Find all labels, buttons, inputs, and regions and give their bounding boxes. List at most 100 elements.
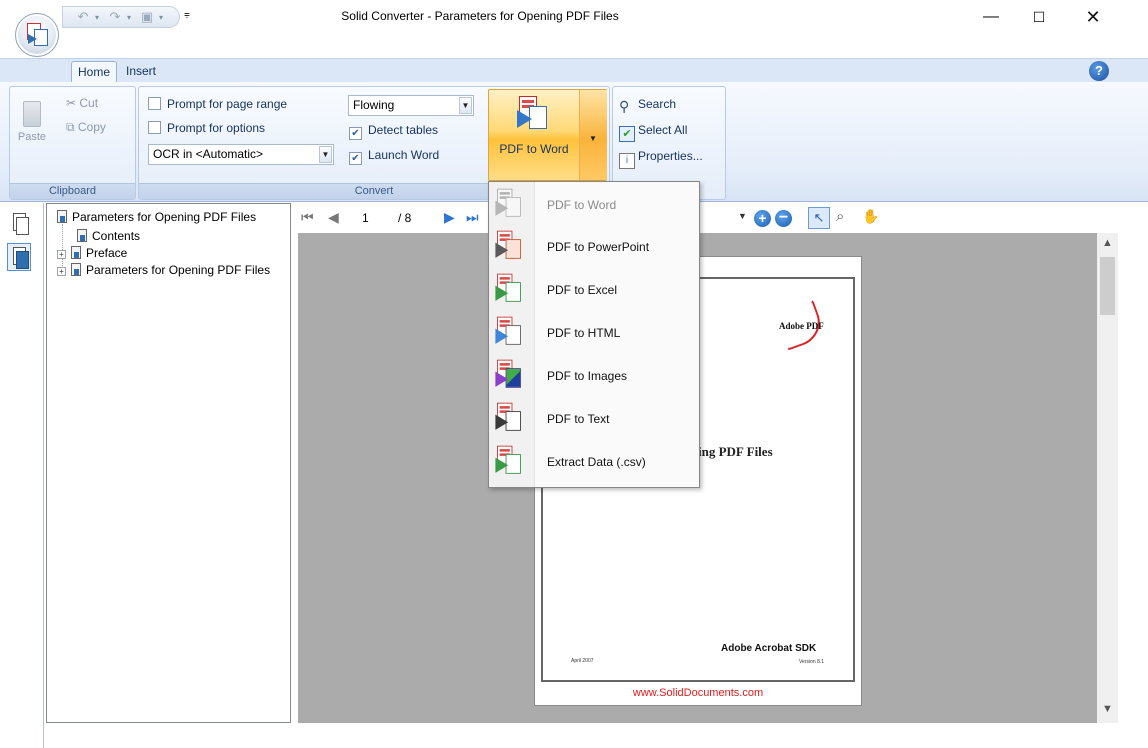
copy-icon: ⧉: [66, 120, 78, 134]
menu-item-extract-data-csv[interactable]: Extract Data (.csv): [489, 442, 699, 482]
first-page-icon[interactable]: ⏮: [301, 209, 314, 226]
adobe-pdf-logo: Adobe PDF: [773, 299, 827, 351]
tree-item-parameters[interactable]: + Parameters for Opening PDF Files: [57, 262, 270, 279]
snapshot-tool-icon[interactable]: ⌕: [836, 208, 844, 225]
pages-panel-button[interactable]: [7, 209, 31, 237]
title-bar: ↶ ▾ ↷ ▾ ▣ ▾ ⩦ Solid Converter - Paramete…: [0, 0, 1148, 60]
properties-icon: i: [619, 153, 635, 169]
bookmark-tree[interactable]: Parameters for Opening PDF Files Content…: [46, 203, 291, 723]
menu-item-pdf-to-powerpoint[interactable]: PDF to PowerPoint: [489, 227, 699, 267]
launch-word-label: Launch Word: [368, 148, 440, 162]
menu-item-label: PDF to Word: [547, 198, 617, 212]
paste-button[interactable]: Paste: [14, 91, 50, 157]
tab-insert[interactable]: Insert: [120, 61, 162, 83]
chevron-down-icon[interactable]: ▼: [459, 97, 472, 114]
expand-icon[interactable]: +: [57, 267, 66, 276]
tree-item-root[interactable]: Parameters for Opening PDF Files: [57, 209, 256, 226]
menu-item-pdf-to-excel[interactable]: PDF to Excel: [489, 270, 699, 310]
menu-item-label: PDF to Excel: [547, 283, 618, 297]
search-label: Search: [638, 97, 677, 111]
tree-item-preface[interactable]: + Preface: [57, 245, 127, 262]
page-icon: [71, 246, 81, 259]
ocr-value: OCR in <Automatic>: [153, 147, 264, 161]
prompt-page-range-box[interactable]: [148, 97, 161, 110]
properties-label: Properties...: [638, 149, 703, 163]
zoom-dropdown-icon[interactable]: ▼: [738, 211, 747, 221]
page-sdk-text: Adobe Acrobat SDK: [721, 643, 817, 654]
pdf-to-excel-icon: [492, 272, 526, 306]
detect-tables-checkbox[interactable]: ✔ Detect tables: [349, 121, 439, 140]
cut-label: Cut: [79, 96, 99, 110]
close-button[interactable]: ✕: [1070, 4, 1116, 30]
last-page-icon[interactable]: ⏭: [466, 209, 479, 226]
pdf-to-word-label: PDF to Word: [499, 142, 569, 156]
clipboard-group: Paste ✂ Cut ⧉ Copy Clipboard: [9, 86, 136, 200]
launch-word-checkbox[interactable]: ✔ Launch Word: [349, 146, 440, 165]
prompt-options-box[interactable]: [148, 121, 161, 134]
chevron-down-icon[interactable]: ▼: [589, 134, 597, 143]
chevron-down-icon[interactable]: ▼: [319, 146, 332, 163]
zoom-in-icon[interactable]: +: [754, 210, 771, 227]
menu-item-label: PDF to PowerPoint: [547, 240, 650, 254]
paste-label: Paste: [17, 131, 47, 143]
tab-home[interactable]: Home: [71, 61, 118, 83]
tree-item-contents[interactable]: Contents: [77, 228, 140, 245]
prompt-options-checkbox[interactable]: Prompt for options: [148, 119, 265, 137]
prompt-options-label: Prompt for options: [167, 121, 266, 135]
help-icon[interactable]: ?: [1089, 61, 1109, 81]
menu-item-label: PDF to Images: [547, 369, 628, 383]
vertical-scrollbar[interactable]: ▲ ▼: [1097, 233, 1118, 723]
menu-item-label: Extract Data (.csv): [547, 455, 646, 469]
select-all-button[interactable]: ✔ Select All: [619, 119, 687, 142]
layout-mode-select[interactable]: Flowing ▼: [348, 95, 474, 116]
scissors-icon: ✂: [66, 96, 80, 110]
select-tool-icon[interactable]: ↖: [808, 207, 830, 229]
ribbon-tab-strip: Home Insert ?: [0, 58, 1148, 83]
page-version-text: Version 8.1: [799, 659, 825, 665]
scroll-down-icon[interactable]: ▼: [1097, 703, 1118, 715]
menu-item-pdf-to-html[interactable]: PDF to HTML: [489, 313, 699, 353]
menu-item-pdf-to-text[interactable]: PDF to Text: [489, 399, 699, 439]
scroll-up-icon[interactable]: ▲: [1097, 237, 1118, 249]
menu-item-label: PDF to Text: [547, 412, 610, 426]
copy-button[interactable]: ⧉ Copy: [66, 117, 106, 137]
ocr-language-select[interactable]: OCR in <Automatic> ▼: [148, 144, 334, 165]
zoom-out-icon[interactable]: −: [775, 210, 792, 227]
maximize-button[interactable]: ☐: [1016, 4, 1062, 30]
previous-page-icon[interactable]: ◀: [328, 209, 339, 226]
clipboard-icon: [23, 101, 41, 127]
menu-item-label: PDF to HTML: [547, 326, 621, 340]
document-viewer[interactable]: ⏮ ◀ 1 / 8 ▶ ⏭ ▼ + − ↖ ⌕ ✋ Adobe PDF enin…: [298, 203, 1118, 723]
pdf-to-powerpoint-icon: [492, 229, 526, 263]
layout-mode-value: Flowing: [353, 98, 395, 112]
search-button[interactable]: ⚲ Search: [619, 93, 676, 115]
launch-word-box[interactable]: ✔: [349, 152, 362, 165]
bookmarks-panel-button[interactable]: [7, 243, 31, 271]
viewer-toolbar: ⏮ ◀ 1 / 8 ▶ ⏭ ▼ + − ↖ ⌕ ✋: [298, 203, 1118, 233]
scroll-thumb[interactable]: [1100, 257, 1115, 315]
page-total: / 8: [398, 211, 412, 225]
detect-tables-label: Detect tables: [368, 123, 439, 137]
page-number-input[interactable]: 1: [356, 208, 390, 228]
cut-button[interactable]: ✂ Cut: [66, 93, 98, 113]
tree-preface-label: Preface: [86, 246, 128, 260]
menu-item-pdf-to-word[interactable]: PDF to Word: [489, 185, 699, 225]
watermark-url: www.SolidDocuments.com: [632, 687, 764, 699]
pdf-to-word-split-button[interactable]: PDF to Word ▼: [488, 89, 607, 181]
menu-item-pdf-to-images[interactable]: PDF to Images: [489, 356, 699, 396]
hand-tool-icon[interactable]: ✋: [862, 208, 879, 225]
pdf-to-word-icon: [492, 187, 526, 221]
pdf-to-images-icon: [492, 358, 526, 392]
window-title: Solid Converter - Parameters for Opening…: [341, 9, 619, 23]
convert-arrow-icon: [28, 34, 37, 44]
page-icon: [77, 229, 87, 242]
properties-button[interactable]: i Properties...: [619, 145, 703, 169]
clipboard-group-label: Clipboard: [10, 183, 135, 199]
minimize-button[interactable]: —: [968, 4, 1014, 30]
page-date-text: April 2007: [571, 658, 594, 664]
detect-tables-box[interactable]: ✔: [349, 127, 362, 140]
prompt-page-range-checkbox[interactable]: Prompt for page range: [148, 95, 287, 113]
expand-icon[interactable]: +: [57, 250, 66, 259]
binoculars-icon: ⚲: [619, 98, 630, 114]
next-page-icon[interactable]: ▶: [444, 209, 455, 226]
